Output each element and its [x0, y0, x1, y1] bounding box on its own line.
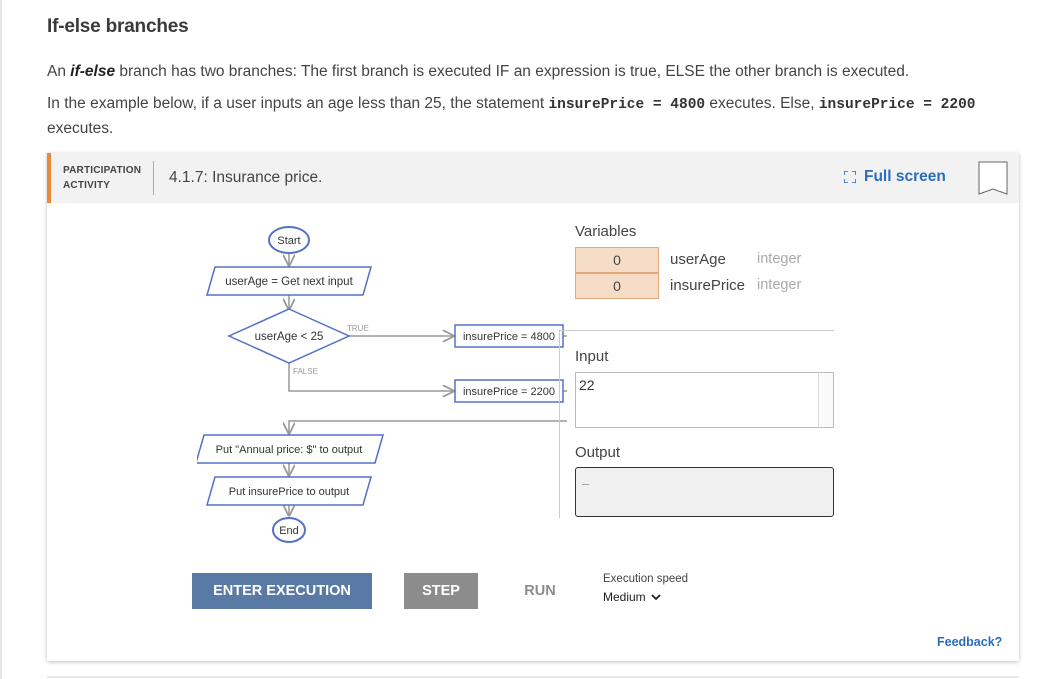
- input-value: 22: [579, 377, 595, 393]
- node-end: End: [272, 517, 306, 543]
- activity-accent-bar: [47, 153, 51, 203]
- variable-row-insureprice: 0 insurePrice integer: [575, 273, 835, 299]
- enter-execution-button[interactable]: ENTER EXECUTION: [192, 573, 372, 609]
- activity-type-line2: ACTIVITY: [63, 180, 111, 191]
- para1-pre: An: [47, 63, 71, 80]
- activity-header: PARTICIPATION ACTIVITY 4.1.7: Insurance p…: [47, 153, 1019, 203]
- false-branch-label: insurePrice = 2200: [463, 386, 555, 398]
- node-put-annual: Put "Annual price: $" to output: [197, 434, 384, 464]
- variable-type: integer: [757, 277, 802, 293]
- speed-selected-value: Medium: [603, 590, 646, 604]
- section-heading: If-else branches: [47, 16, 189, 37]
- full-screen-button[interactable]: Full screen: [844, 168, 946, 186]
- execution-speed-select[interactable]: Medium: [603, 590, 661, 604]
- paragraph-example: In the example below, if a user inputs a…: [47, 92, 1017, 140]
- code-true-statement: insurePrice = 4800: [548, 97, 706, 113]
- variable-type: integer: [757, 251, 802, 267]
- output-console: –: [575, 467, 834, 517]
- variables-title: Variables: [575, 223, 637, 240]
- put-annual-label: Put "Annual price: $" to output: [216, 444, 363, 456]
- left-divider: [0, 0, 2, 679]
- page: If-else branches An if-else branch has t…: [0, 0, 1062, 679]
- end-label: End: [279, 525, 299, 537]
- bookmark-icon[interactable]: [978, 161, 1008, 197]
- io-divider-horizontal: [559, 330, 834, 331]
- activity-title: 4.1.7: Insurance price.: [169, 169, 323, 186]
- input-textarea[interactable]: 22: [575, 372, 834, 428]
- node-input: userAge = Get next input: [206, 266, 372, 296]
- paragraph-definition: An if-else branch has two branches: The …: [47, 60, 1017, 83]
- node-put-price: Put insurePrice to output: [206, 476, 372, 506]
- variable-name: insurePrice: [670, 277, 746, 294]
- para2-pre: In the example below, if a user inputs a…: [47, 95, 549, 112]
- put-price-label: Put insurePrice to output: [229, 486, 349, 498]
- run-button[interactable]: RUN: [510, 573, 570, 609]
- io-divider-vertical: [559, 330, 560, 518]
- activity-type-label: PARTICIPATION ACTIVITY: [63, 163, 141, 193]
- node-false-branch: insurePrice = 2200: [454, 379, 564, 403]
- input-title: Input: [575, 348, 609, 365]
- true-edge-label: TRUE: [347, 324, 369, 333]
- output-title: Output: [575, 444, 621, 461]
- feedback-link[interactable]: Feedback?: [937, 635, 1002, 649]
- variable-value: 0: [575, 273, 659, 299]
- node-decision: userAge < 25: [227, 308, 351, 364]
- code-false-statement: insurePrice = 2200: [818, 97, 976, 113]
- variable-value: 0: [575, 247, 659, 273]
- node-true-branch: insurePrice = 4800: [454, 324, 564, 348]
- variable-name: userAge: [670, 251, 726, 268]
- bottom-divider: [47, 676, 1019, 678]
- true-branch-label: insurePrice = 4800: [463, 331, 555, 343]
- step-button[interactable]: STEP: [404, 573, 478, 609]
- fullscreen-icon: [844, 171, 856, 183]
- variable-row-userage: 0 userAge integer: [575, 247, 835, 273]
- flowchart: Start userAge = Get next input userAge <…: [197, 226, 567, 543]
- false-edge-label: FALSE: [293, 367, 318, 376]
- decision-label: userAge < 25: [255, 331, 324, 343]
- execution-speed-label: Execution speed: [603, 573, 689, 585]
- full-screen-label: Full screen: [864, 168, 946, 185]
- input-scrollbar[interactable]: [818, 373, 833, 427]
- chevron-down-icon: [651, 594, 661, 601]
- activity-type-line1: PARTICIPATION: [63, 165, 142, 176]
- output-value: –: [582, 476, 590, 491]
- para1-post: branch has two branches: The first branc…: [115, 63, 910, 80]
- para2-post: executes.: [47, 120, 114, 137]
- header-separator: [153, 161, 154, 195]
- para1-term: if-else: [70, 63, 116, 80]
- node-start: Start: [268, 226, 310, 254]
- participation-activity-card: PARTICIPATION ACTIVITY 4.1.7: Insurance p…: [47, 153, 1019, 661]
- activity-body: Start userAge = Get next input userAge <…: [47, 203, 1019, 661]
- input-node-label: userAge = Get next input: [225, 276, 353, 288]
- start-label: Start: [277, 235, 300, 247]
- para2-mid: executes. Else,: [705, 95, 819, 112]
